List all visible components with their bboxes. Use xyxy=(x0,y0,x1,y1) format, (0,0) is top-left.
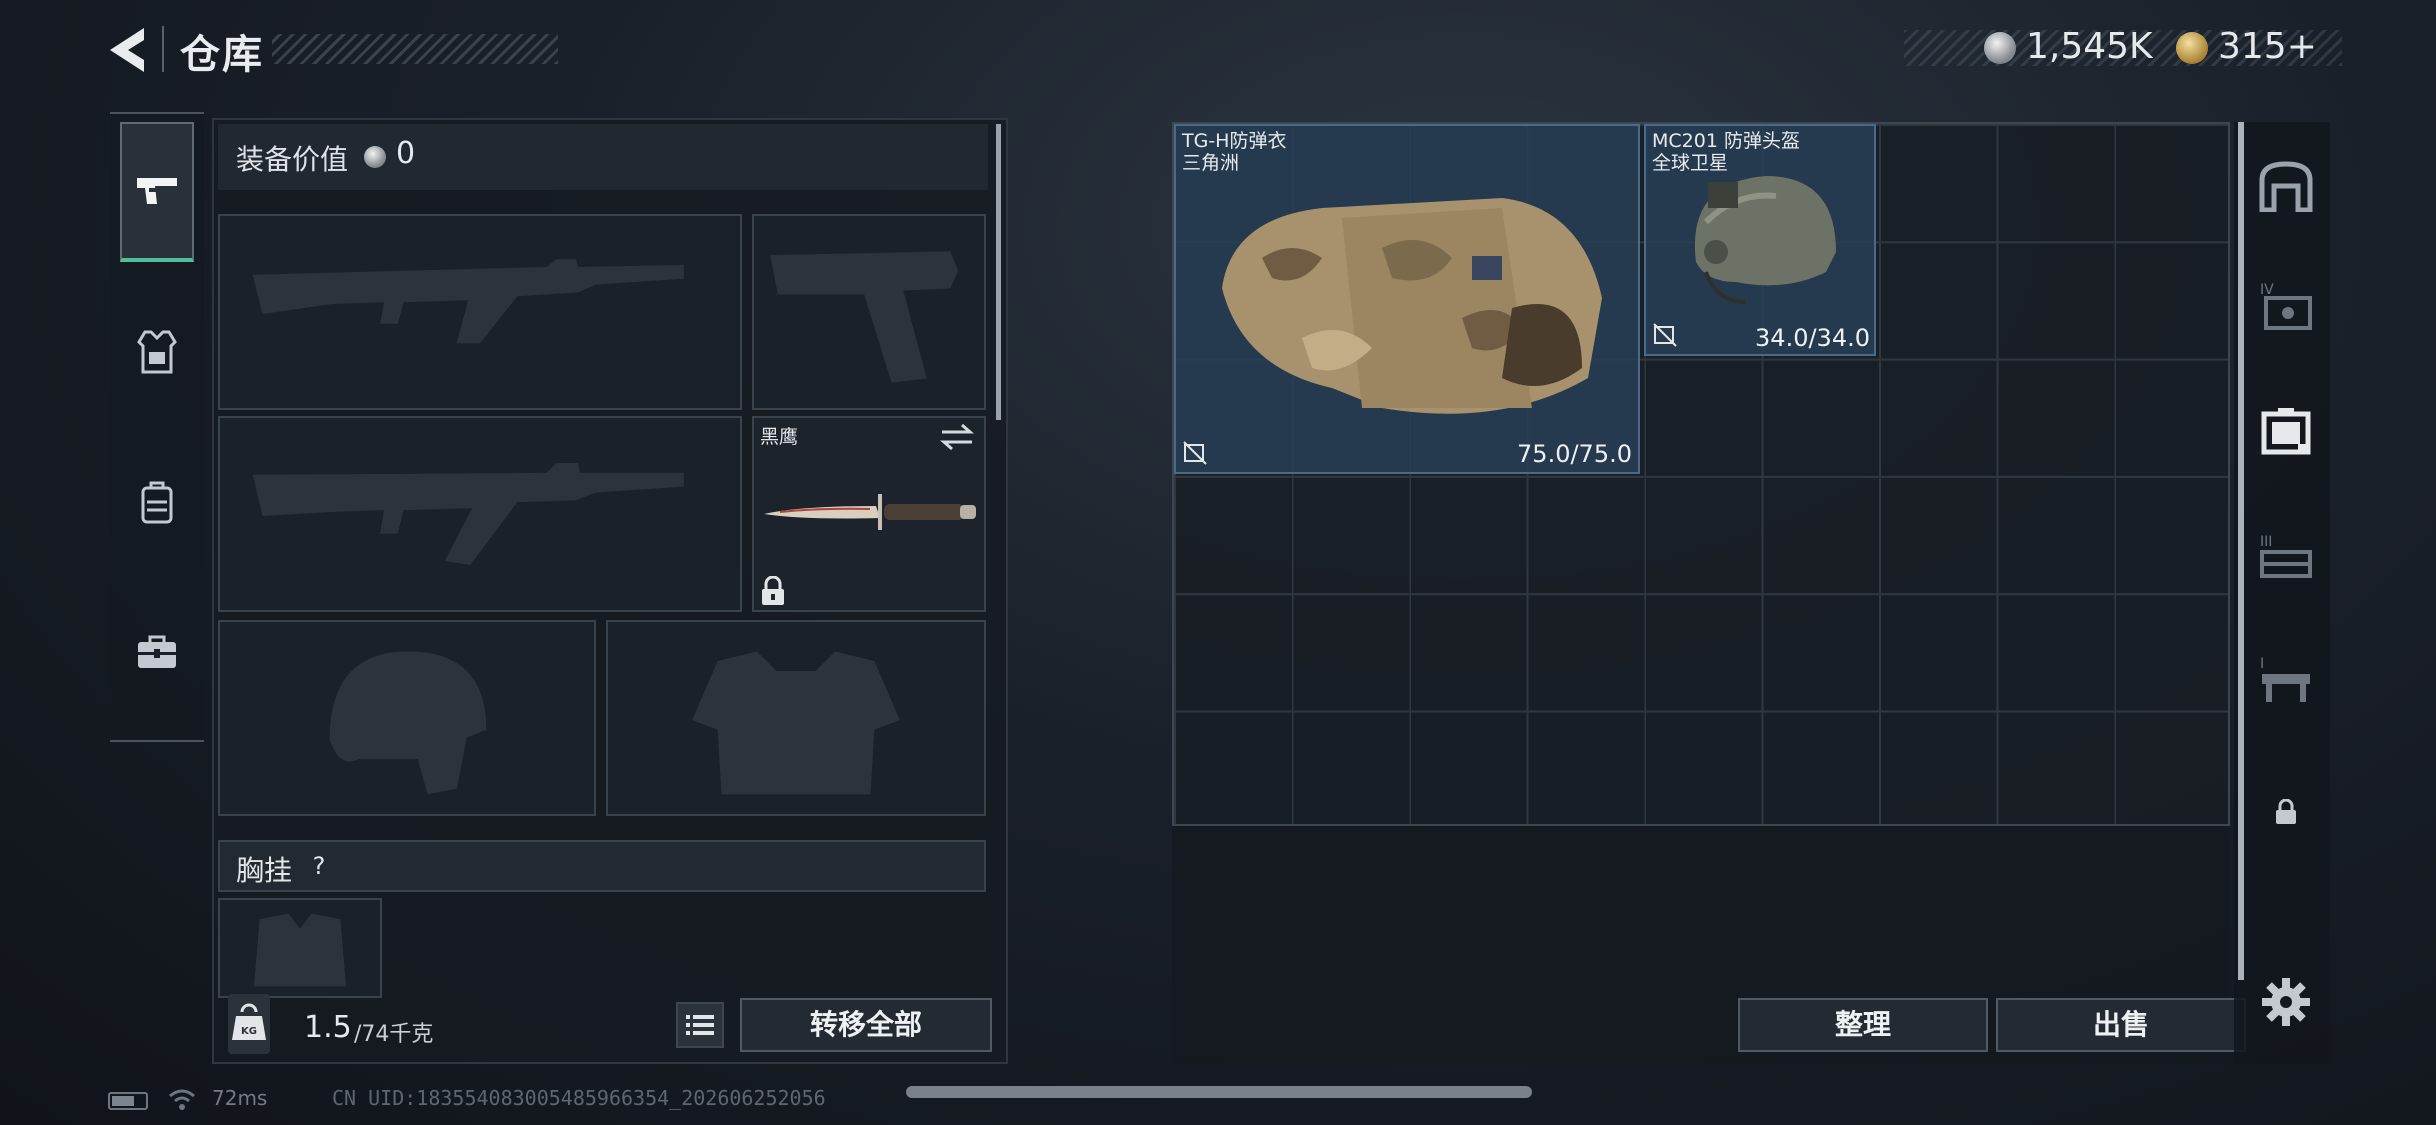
lock-icon xyxy=(2276,799,2296,824)
title-decoration xyxy=(272,34,558,64)
user-uid: CN UID:1835540830054859​66354_2026062520… xyxy=(332,1086,826,1110)
vest-silhouette-icon xyxy=(692,651,900,795)
weight-current: 1.5 xyxy=(304,1010,352,1045)
tab-armor[interactable] xyxy=(120,282,194,422)
svg-text:I: I xyxy=(2260,656,2264,672)
knife-icon xyxy=(760,488,978,536)
home-indicator[interactable] xyxy=(906,1086,1532,1098)
silver-amount[interactable]: 1,545K xyxy=(2026,26,2153,67)
item-subname: 三角洲 xyxy=(1182,152,1240,174)
item-durability: 34.0/34.0 xyxy=(1755,324,1870,352)
svg-text:KG: KG xyxy=(241,1026,257,1037)
storage-tab-active[interactable] xyxy=(2250,396,2322,468)
list-view-button[interactable] xyxy=(676,1002,724,1048)
safe-box-icon: IV xyxy=(2260,282,2312,330)
chevron-left-icon xyxy=(110,28,144,72)
backpack-icon xyxy=(141,481,173,524)
ping-readout: 72ms xyxy=(212,1086,268,1110)
storage-tab-locked[interactable] xyxy=(2250,776,2322,848)
transfer-all-button[interactable]: 转移全部 xyxy=(740,998,992,1052)
rifle-silhouette-icon xyxy=(252,463,684,565)
sort-button[interactable]: 整理 xyxy=(1738,998,1988,1052)
body-armor-slot[interactable] xyxy=(606,620,986,816)
tab-backpack[interactable] xyxy=(120,432,194,572)
storage-crate-icon xyxy=(2261,408,2311,455)
pistol-silhouette-icon xyxy=(770,251,959,383)
no-trade-icon xyxy=(1183,441,1207,465)
chest-rig-label: 胸挂 xyxy=(236,854,293,887)
weight-icon: KG xyxy=(228,994,270,1054)
loadout-scrollbar[interactable] xyxy=(996,124,1001,420)
helmet-image xyxy=(1694,176,1836,304)
helmet-slot[interactable] xyxy=(218,620,596,816)
shelf-icon: III xyxy=(2260,534,2312,578)
settings-button[interactable] xyxy=(2258,974,2314,1030)
warehouse-icon xyxy=(2259,161,2313,212)
gold-amount[interactable]: 315+ xyxy=(2218,26,2317,67)
sell-button[interactable]: 出售 xyxy=(1996,998,2246,1052)
list-icon xyxy=(686,1015,714,1035)
storage-tab-iv[interactable]: IV xyxy=(2250,270,2322,342)
equipment-value-amount: 0 xyxy=(396,136,416,171)
chest-rig-silhouette-icon xyxy=(253,913,347,987)
helmet-silhouette-icon xyxy=(329,651,487,795)
svg-text:IV: IV xyxy=(2260,282,2274,298)
melee-name: 黑鹰 xyxy=(760,426,799,448)
primary-weapon-slot-1[interactable] xyxy=(218,214,742,410)
storage-item-helmet[interactable]: MC201 防弹头盔 全球卫星 34.0/34.0 xyxy=(1644,124,1876,356)
gear-icon xyxy=(2262,978,2310,1026)
workbench-icon: I xyxy=(2260,656,2310,702)
item-name: TG-H防弹衣 xyxy=(1182,130,1287,152)
armor-icon xyxy=(137,330,177,374)
silver-coin-icon xyxy=(364,146,386,168)
item-durability: 75.0/75.0 xyxy=(1517,440,1632,468)
primary-weapon-slot-2[interactable] xyxy=(218,416,742,612)
storage-item-vest[interactable]: TG-H防弹衣 三角洲 75.0/75.0 xyxy=(1174,124,1640,474)
equipment-value-label: 装备价值 xyxy=(236,143,349,176)
rifle-silhouette-icon xyxy=(252,259,684,344)
title-divider xyxy=(162,26,164,72)
no-trade-icon xyxy=(1653,323,1677,347)
storage-tab-i[interactable]: I xyxy=(2250,644,2322,716)
pistol-icon xyxy=(137,178,177,204)
toolbox-icon xyxy=(138,635,176,668)
weight-capacity: /74千克 xyxy=(354,1022,434,1047)
svg-text:III: III xyxy=(2260,534,2272,550)
storage-tab-main[interactable] xyxy=(2250,150,2322,222)
page-title: 仓库 xyxy=(180,32,264,78)
lock-icon xyxy=(760,575,786,606)
help-icon[interactable]: ? xyxy=(302,849,336,883)
gold-coin-icon xyxy=(2176,32,2208,64)
chest-rig-slot[interactable] xyxy=(218,898,382,998)
body-armor-image xyxy=(1222,198,1602,414)
tab-weapons[interactable] xyxy=(120,122,194,262)
item-name: MC201 防弹头盔 xyxy=(1652,130,1800,152)
back-button[interactable] xyxy=(104,24,154,76)
wifi-icon xyxy=(168,1086,196,1112)
swap-icon[interactable] xyxy=(940,422,974,452)
storage-tab-iii[interactable]: III xyxy=(2250,522,2322,594)
storage-scrollbar[interactable] xyxy=(2238,122,2244,980)
pistol-slot[interactable] xyxy=(752,214,986,410)
tab-tools[interactable] xyxy=(120,582,194,722)
silver-coin-icon xyxy=(1984,32,2016,64)
battery-level xyxy=(112,1096,134,1106)
